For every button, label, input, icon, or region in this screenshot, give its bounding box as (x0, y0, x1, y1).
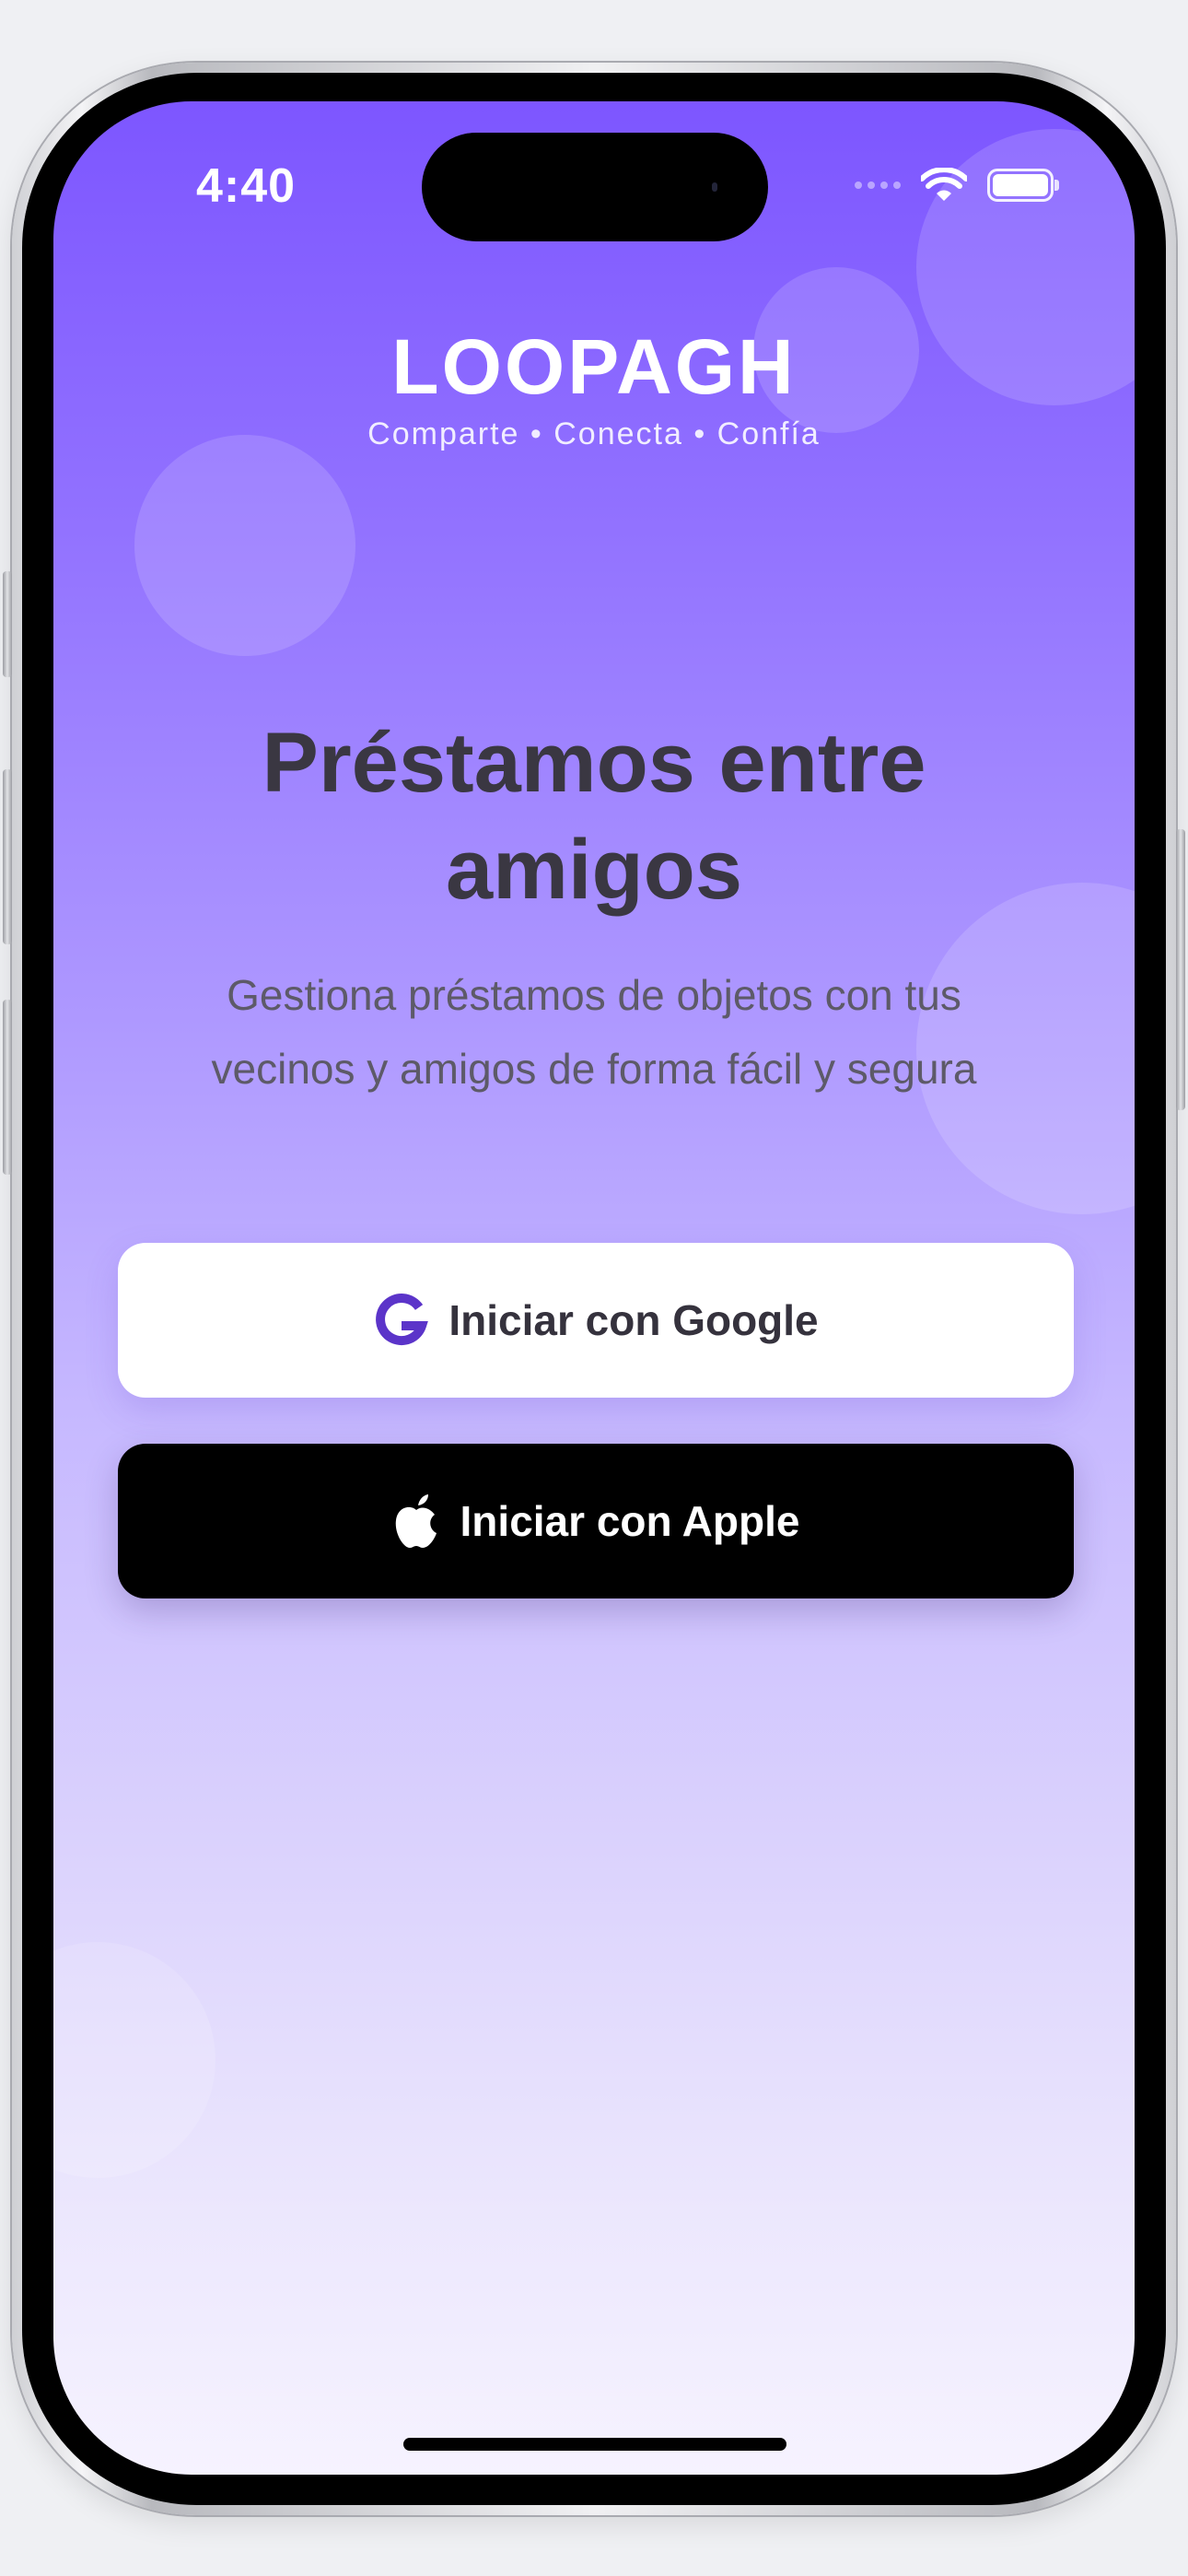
apple-sign-in-button[interactable]: Iniciar con Apple (118, 1444, 1074, 1598)
hero-subtitle: Gestiona préstamos de objetos con tus ve… (146, 958, 1042, 1106)
google-sign-in-label: Iniciar con Google (448, 1296, 819, 1344)
action-button (3, 571, 12, 677)
hero-subtitle-line-2: vecinos y amigos de forma fácil y segura (211, 1045, 977, 1093)
battery-icon (987, 169, 1059, 202)
status-bar-time: 4:40 (196, 159, 297, 213)
brand-logo: LOOPAGH (391, 323, 797, 410)
battery-fill (993, 174, 1048, 196)
cellular-signal-icon (855, 181, 901, 189)
home-indicator[interactable] (403, 2438, 786, 2451)
volume-up-button (3, 769, 12, 944)
power-button (1176, 829, 1185, 1110)
app-screen: 4:40 LOOPAGH Comparte • Conecta • Confía… (53, 101, 1135, 2475)
dynamic-island (422, 133, 768, 241)
status-bar-indicators (855, 162, 1059, 208)
apple-logo-icon (392, 1493, 440, 1550)
wifi-icon (921, 168, 967, 201)
decorative-circle (134, 435, 355, 656)
brand-tagline: Comparte • Conecta • Confía (367, 416, 821, 451)
hero-title-line-2: amigos (445, 823, 743, 917)
hero-subtitle-line-1: Gestiona préstamos de objetos con tus (227, 971, 961, 1019)
apple-sign-in-label: Iniciar con Apple (460, 1497, 800, 1545)
decorative-circle (53, 1942, 215, 2178)
volume-down-button (3, 1000, 12, 1175)
google-sign-in-button[interactable]: Iniciar con Google (118, 1243, 1074, 1398)
hero-title-line-1: Préstamos entre (262, 716, 926, 810)
google-g-icon (373, 1293, 429, 1348)
camera-dot (712, 182, 717, 192)
hero-title: Préstamos entre amigos (146, 709, 1042, 923)
